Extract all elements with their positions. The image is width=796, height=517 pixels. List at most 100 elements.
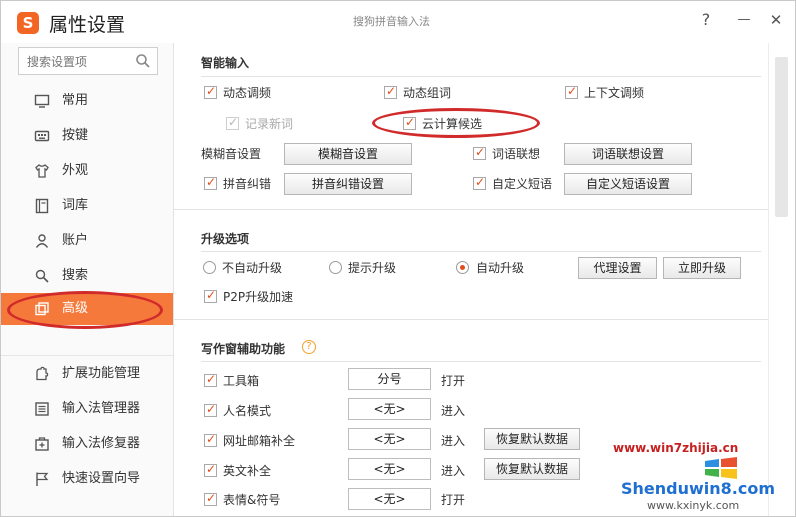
no-auto-upgrade-radio[interactable] — [203, 261, 216, 274]
sidebar-item-ime-repair[interactable]: 输入法修复器 — [1, 428, 173, 460]
keyboard-icon — [34, 130, 50, 142]
search-icon — [35, 269, 49, 283]
sidebar-item-label: 词库 — [62, 198, 89, 213]
association-label: 词语联想 — [492, 147, 541, 161]
toolbox-action-label: 打开 — [441, 374, 466, 388]
pinyin-correction-checkbox[interactable] — [204, 175, 217, 190]
search-icon[interactable] — [135, 53, 151, 69]
sidebar-item-label: 按键 — [62, 128, 89, 143]
section-title-writing-assist: 写作窗辅助功能 — [201, 342, 286, 356]
context-freq-checkbox[interactable] — [565, 84, 578, 99]
person-name-mode-label: 人名模式 — [223, 404, 272, 418]
sidebar-item-quick-wizard[interactable]: 快速设置向导 — [1, 463, 173, 495]
section-divider — [201, 361, 761, 362]
url-email-completion-checkbox[interactable] — [204, 432, 217, 447]
sidebar-item-label: 快速设置向导 — [62, 471, 141, 486]
sidebar-item-extensions[interactable]: 扩展功能管理 — [1, 358, 173, 390]
p2p-upgrade-label: P2P升级加速 — [223, 290, 294, 304]
sidebar-item-label: 输入法修复器 — [62, 436, 141, 451]
p2p-upgrade-checkbox[interactable] — [204, 288, 217, 303]
cloud-candidate-checkbox[interactable] — [403, 115, 416, 130]
upgrade-now-button[interactable]: 立即升级 — [663, 257, 741, 279]
sidebar: 常用 按键 外观 词库 — [1, 43, 174, 516]
section-divider — [174, 209, 768, 210]
list-icon — [35, 402, 49, 416]
scrollbar-thumb[interactable] — [775, 57, 788, 217]
help-icon[interactable]: ? — [302, 340, 316, 354]
window-title: 属性设置 — [49, 14, 126, 36]
sidebar-item-search[interactable]: 搜索 — [1, 260, 173, 292]
toolbox-checkbox[interactable] — [204, 372, 217, 387]
sidebar-item-ime-manager[interactable]: 输入法管理器 — [1, 393, 173, 425]
sidebar-item-label: 账户 — [62, 233, 89, 248]
sidebar-item-advanced[interactable]: 高级 — [1, 293, 173, 325]
custom-phrase-setting-button[interactable]: 自定义短语设置 — [564, 173, 692, 195]
url-email-hotkey-field[interactable]: <无> — [348, 428, 431, 450]
emoji-action-label: 打开 — [441, 493, 466, 507]
tshirt-icon — [35, 164, 49, 178]
sidebar-item-label: 输入法管理器 — [62, 401, 141, 416]
custom-phrase-label: 自定义短语 — [492, 177, 553, 191]
english-restore-button[interactable]: 恢复默认数据 — [484, 458, 580, 480]
section-title-upgrade: 升级选项 — [201, 232, 250, 246]
context-freq-label: 上下文调频 — [584, 86, 645, 100]
pinyin-correction-label: 拼音纠错 — [223, 177, 272, 191]
minimize-button[interactable]: — — [733, 9, 755, 31]
watermark-bottom: www.kxinyk.com — [647, 499, 740, 512]
english-hotkey-field[interactable]: <无> — [348, 458, 431, 480]
correction-setting-button[interactable]: 拼音纠错设置 — [284, 173, 412, 195]
english-completion-checkbox[interactable] — [204, 462, 217, 477]
prompt-upgrade-label: 提示升级 — [348, 261, 397, 275]
emoji-hotkey-field[interactable]: <无> — [348, 488, 431, 510]
person-name-action-label: 进入 — [441, 404, 466, 418]
dynamic-phrase-label: 动态组词 — [403, 86, 452, 100]
title-bar: S 属性设置 搜狗拼音输入法 ? — ✕ — [1, 1, 795, 43]
person-name-hotkey-field[interactable]: <无> — [348, 398, 431, 420]
association-setting-button[interactable]: 词语联想设置 — [564, 143, 692, 165]
search-input[interactable] — [25, 52, 137, 72]
proxy-setting-button[interactable]: 代理设置 — [578, 257, 657, 279]
sidebar-search — [18, 47, 158, 75]
window-subtitle: 搜狗拼音输入法 — [353, 15, 430, 28]
section-divider — [201, 251, 761, 252]
sidebar-item-appearance[interactable]: 外观 — [1, 155, 173, 187]
english-completion-label: 英文补全 — [223, 464, 272, 478]
watermark-middle: Shenduwin8.com — [621, 479, 776, 498]
emoji-symbol-checkbox[interactable] — [204, 491, 217, 506]
url-email-restore-button[interactable]: 恢复默认数据 — [484, 428, 580, 450]
sidebar-item-account[interactable]: 账户 — [1, 225, 173, 257]
sidebar-item-label: 高级 — [62, 301, 89, 316]
auto-upgrade-label: 自动升级 — [476, 261, 525, 275]
watermark-top: www.win7zhijia.cn — [613, 441, 739, 455]
sidebar-item-label: 常用 — [62, 93, 89, 108]
section-title-smart-input: 智能输入 — [201, 56, 250, 70]
advanced-icon — [35, 302, 49, 316]
auto-upgrade-radio[interactable] — [456, 261, 469, 274]
dynamic-phrase-checkbox[interactable] — [384, 84, 397, 99]
fuzzy-setting-label: 模糊音设置 — [201, 147, 262, 161]
sogou-logo-icon: S — [17, 12, 39, 34]
dynamic-freq-checkbox[interactable] — [204, 84, 217, 99]
sidebar-item-common[interactable]: 常用 — [1, 85, 173, 117]
content-scrollbar[interactable] — [768, 43, 795, 516]
prompt-upgrade-radio[interactable] — [329, 261, 342, 274]
url-email-completion-label: 网址邮箱补全 — [223, 434, 296, 448]
toolbox-hotkey-field[interactable]: 分号 — [348, 368, 431, 390]
close-button[interactable]: ✕ — [765, 9, 787, 31]
association-checkbox[interactable] — [473, 145, 486, 160]
sidebar-item-keys[interactable]: 按键 — [1, 120, 173, 152]
custom-phrase-checkbox[interactable] — [473, 175, 486, 190]
fuzzy-setting-button[interactable]: 模糊音设置 — [284, 143, 412, 165]
help-button[interactable]: ? — [695, 9, 717, 31]
record-new-words-checkbox[interactable] — [226, 115, 239, 130]
settings-window: S 属性设置 搜狗拼音输入法 ? — ✕ 常用 — [0, 0, 796, 517]
english-action-label: 进入 — [441, 464, 466, 478]
puzzle-icon — [36, 366, 49, 381]
sidebar-item-label: 扩展功能管理 — [62, 366, 141, 381]
sidebar-divider — [1, 355, 173, 356]
repair-icon — [35, 437, 49, 451]
flag-icon — [36, 472, 49, 486]
sidebar-item-lexicon[interactable]: 词库 — [1, 190, 173, 222]
person-name-mode-checkbox[interactable] — [204, 402, 217, 417]
section-divider — [201, 76, 761, 77]
